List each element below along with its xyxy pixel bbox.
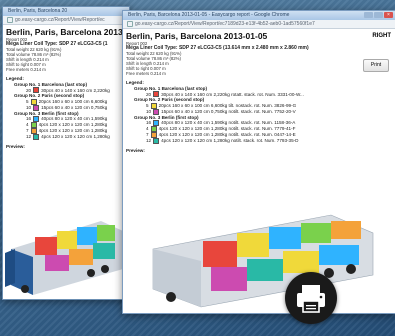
minimize-button[interactable] <box>364 12 373 18</box>
back-stat: Free meters 0.214 m <box>6 67 46 73</box>
print-fab-button[interactable] <box>285 272 337 324</box>
front-legend-item: 12 4pcs 120 x 120 x 120 cm 1,280kg notilt… <box>146 138 299 145</box>
lock-icon <box>7 17 13 23</box>
front-window-title: Berlin, Paris, Barcelona 2013-01-05 - Ea… <box>128 12 290 18</box>
right-label: RIGHT <box>372 33 391 39</box>
back-window-title: Berlin, Paris, Barcelona 20 <box>8 8 68 14</box>
back-legend-item: 12 4pcs 120 x 120 x 120 cm 1,280kg <box>26 134 110 141</box>
maximize-button[interactable] <box>374 12 383 18</box>
close-button[interactable]: × <box>384 12 393 18</box>
front-stat: Free meters 0.214 m <box>126 71 166 77</box>
back-browser-window[interactable]: Berlin, Paris, Barcelona 20 go.easy-carg… <box>2 6 130 300</box>
back-address-bar[interactable]: go.easy-cargo.cz/Report/View/Report/ec <box>3 16 129 25</box>
back-report-heading: Berlin, Paris, Barcelona 2013-0 <box>6 27 130 37</box>
front-window-titlebar[interactable]: Berlin, Paris, Barcelona 2013-01-05 - Ea… <box>123 11 395 20</box>
front-url: go.easy-cargo.cz/Report/View/Report/ec71… <box>135 21 315 27</box>
lock-icon <box>127 21 133 27</box>
printer-icon <box>297 285 325 313</box>
back-url: go.easy-cargo.cz/Report/View/Report/ec <box>15 17 105 23</box>
print-button[interactable]: Print <box>363 59 389 72</box>
front-truck-preview <box>152 214 374 308</box>
front-address-bar[interactable]: go.easy-cargo.cz/Report/View/Report/ec71… <box>123 20 395 29</box>
front-browser-window[interactable]: Berlin, Paris, Barcelona 2013-01-05 - Ea… <box>122 10 395 314</box>
back-report-content: Berlin, Paris, Barcelona 2013-0 Report 0… <box>3 25 129 151</box>
back-preview-label: Preview: <box>6 144 25 150</box>
back-truck-preview <box>5 221 123 295</box>
front-report-heading: Berlin, Paris, Barcelona 2013-01-05 <box>126 31 268 41</box>
front-preview-label: Preview: <box>126 148 145 154</box>
back-window-titlebar[interactable]: Berlin, Paris, Barcelona 20 <box>3 7 129 16</box>
front-report-content: Berlin, Paris, Barcelona 2013-01-05 Repo… <box>123 29 395 155</box>
window-controls: × <box>364 12 393 18</box>
